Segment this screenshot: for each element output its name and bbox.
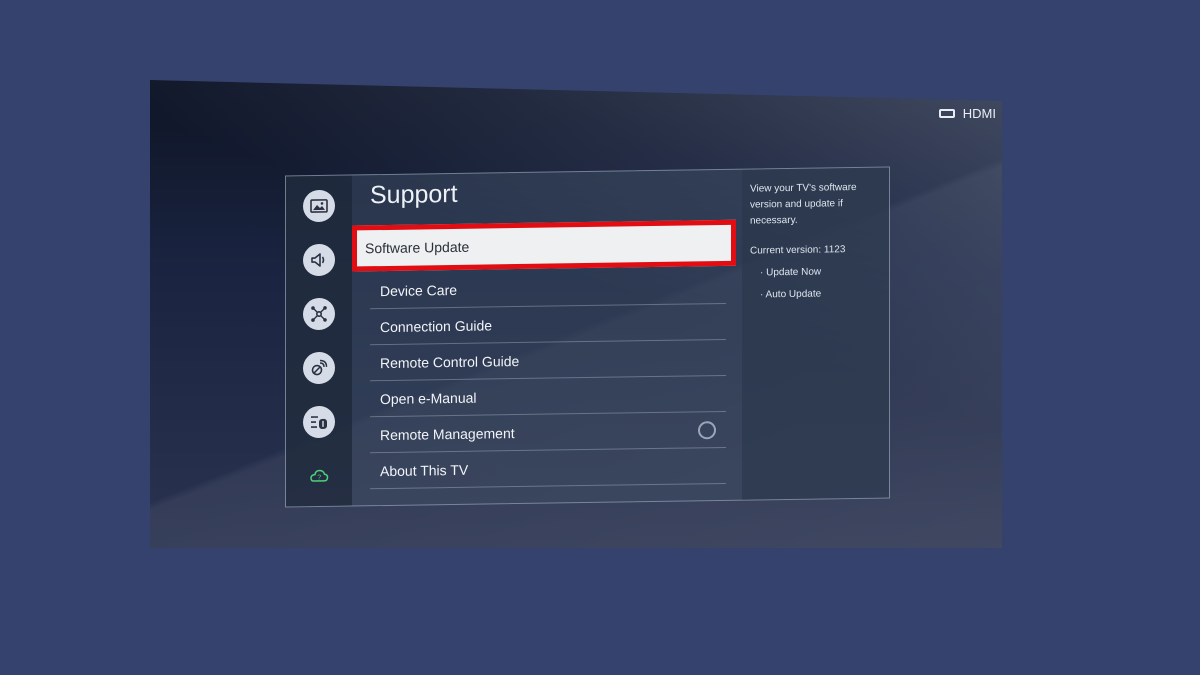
menu-item-label: Remote Control Guide (380, 352, 520, 371)
settings-panel: ? Support Software Update Device Care Co… (285, 166, 890, 508)
menu-item-label: Software Update (365, 238, 470, 257)
menu-item-about-this-tv[interactable]: About This TV (370, 447, 726, 490)
support-menu-area: Support Software Update Device Care Conn… (352, 170, 742, 506)
svg-text:?: ? (317, 474, 321, 481)
picture-icon[interactable] (303, 189, 335, 223)
tv-screen: HDMI ? Support Software Update Device Ca… (150, 80, 1002, 548)
menu-item-software-update[interactable]: Software Update (352, 219, 736, 272)
menu-item-remote-control-guide[interactable]: Remote Control Guide (370, 339, 726, 382)
sound-icon[interactable] (303, 243, 335, 277)
support-icon[interactable]: ? (303, 460, 335, 492)
input-source-label: HDMI (962, 106, 996, 121)
page-title: Support (370, 179, 458, 210)
remote-management-toggle[interactable] (698, 420, 716, 439)
menu-item-label: About This TV (380, 461, 469, 479)
menu-item-connection-guide[interactable]: Connection Guide (370, 303, 726, 346)
general-icon[interactable] (303, 405, 335, 439)
menu-item-open-e-manual[interactable]: Open e-Manual (370, 375, 726, 418)
input-source-indicator: HDMI (938, 106, 996, 121)
description-panel: View your TV's software version and upda… (742, 167, 889, 500)
menu-item-label: Open e-Manual (380, 389, 477, 407)
description-text: View your TV's software version and upda… (750, 182, 857, 227)
menu-item-device-care[interactable]: Device Care (370, 267, 726, 310)
menu-item-label: Device Care (380, 281, 458, 299)
settings-category-bar: ? (286, 175, 352, 507)
menu-item-remote-management[interactable]: Remote Management (370, 411, 726, 454)
hdmi-icon (938, 109, 955, 118)
support-menu: Software Update Device Care Connection G… (352, 219, 736, 490)
broadcast-icon[interactable] (303, 351, 335, 385)
option-update-now: · Update Now (760, 266, 822, 279)
option-auto-update: · Auto Update (760, 288, 822, 301)
menu-item-label: Connection Guide (380, 316, 493, 335)
menu-item-label: Remote Management (380, 424, 515, 443)
current-version: Current version: 1123 (750, 244, 846, 257)
connection-icon[interactable] (303, 297, 335, 331)
